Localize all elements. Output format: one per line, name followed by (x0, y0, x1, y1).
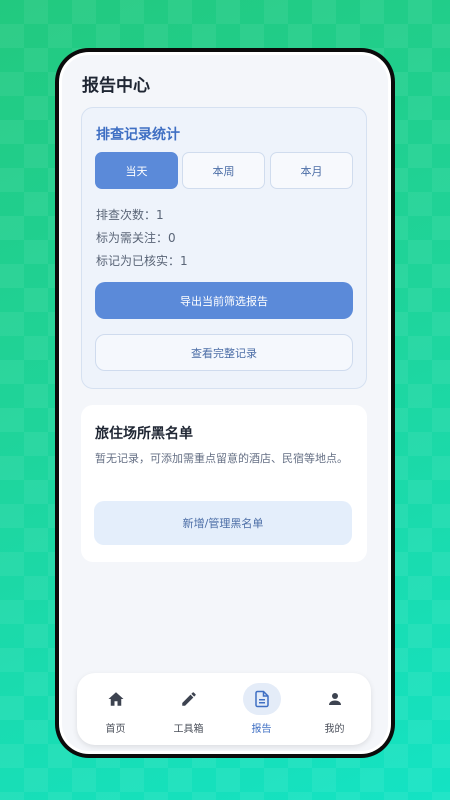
manage-blacklist-button[interactable]: 新增/管理黑名单 (94, 501, 352, 545)
stat-check-count: 排查次数：1 (96, 208, 164, 222)
blacklist-card: 旅住场所黑名单 暂无记录，可添加需重点留意的酒店、民宿等地点。 新增/管理黑名单 (81, 405, 367, 562)
stat-verified-count: 标记为已核实：1 (96, 254, 188, 268)
phone-frame: 报告中心 排查记录统计 当天 本周 本月 排查次数：1 标为需关注：0 标记为已… (55, 48, 395, 758)
tab-home[interactable]: 首页 (79, 673, 152, 745)
blacklist-title: 旅住场所黑名单 (95, 426, 193, 442)
bottom-tab-bar: 首页 工具箱 报告 我的 (77, 673, 371, 745)
tab-toolbox-label: 工具箱 (173, 724, 204, 735)
home-icon (97, 683, 135, 715)
blacklist-description: 暂无记录，可添加需重点留意的酒店、民宿等地点。 (95, 452, 348, 465)
page-title: 报告中心 (82, 76, 150, 96)
export-report-button[interactable]: 导出当前筛选报告 (95, 282, 353, 319)
stats-card: 排查记录统计 当天 本周 本月 排查次数：1 标为需关注：0 标记为已核实：1 … (81, 107, 367, 389)
period-tab-today[interactable]: 当天 (95, 152, 178, 189)
stat-attention-count: 标为需关注：0 (96, 231, 176, 245)
tab-report[interactable]: 报告 (225, 673, 298, 745)
phone-screen: 报告中心 排查记录统计 当天 本周 本月 排查次数：1 标为需关注：0 标记为已… (59, 52, 391, 754)
tab-report-label: 报告 (251, 724, 272, 735)
tab-mine[interactable]: 我的 (298, 673, 371, 745)
tab-mine-label: 我的 (324, 724, 345, 735)
view-full-records-button[interactable]: 查看完整记录 (95, 334, 353, 371)
app-screen: 报告中心 排查记录统计 当天 本周 本月 排查次数：1 标为需关注：0 标记为已… (62, 55, 388, 751)
person-icon (316, 683, 354, 715)
pencil-icon (170, 683, 208, 715)
document-icon (242, 683, 281, 715)
period-tab-month[interactable]: 本月 (270, 152, 353, 189)
tab-toolbox[interactable]: 工具箱 (152, 673, 225, 745)
stats-card-title: 排查记录统计 (96, 127, 180, 143)
period-tab-week[interactable]: 本周 (182, 152, 265, 189)
tab-home-label: 首页 (105, 724, 126, 735)
